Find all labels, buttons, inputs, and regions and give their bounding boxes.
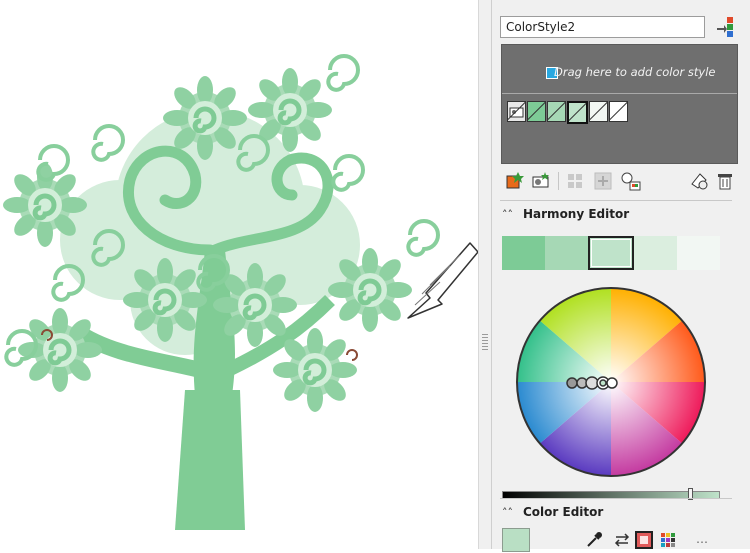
eyedropper-button[interactable] (584, 530, 604, 550)
current-color-swatch[interactable] (502, 528, 530, 552)
splitter-grip[interactable] (482, 334, 488, 350)
color-wheel[interactable] (502, 282, 720, 482)
color-model-button[interactable] (634, 530, 654, 550)
convert-button[interactable] (564, 170, 586, 192)
palette-button[interactable] (658, 530, 678, 550)
collapse-chevron-icon[interactable]: ˄˄ (502, 506, 513, 519)
harmony-rules-icon (594, 172, 612, 190)
eyedropper-style-button[interactable] (688, 170, 710, 192)
color-editor-header[interactable]: ˄˄ Color Editor (500, 498, 740, 523)
harmony-chip-group[interactable] (507, 101, 629, 124)
harmony-chip-selected[interactable] (567, 101, 588, 124)
color-wheel-graphic (516, 287, 706, 477)
new-color-style-icon (506, 172, 524, 189)
harmony-swatch[interactable] (502, 236, 545, 270)
section-rule (500, 200, 732, 201)
harmony-folder-chip[interactable] (507, 101, 526, 122)
color-style-drop-zone[interactable]: Drag here to add color style (501, 44, 738, 164)
section-rule (500, 498, 732, 499)
harmony-editor-header[interactable]: ˄˄ Harmony Editor (500, 200, 740, 225)
harmony-chip[interactable] (527, 101, 546, 122)
drawing-canvas[interactable] (0, 0, 479, 549)
harmony-color-strip[interactable] (502, 236, 720, 270)
more-options-icon[interactable]: … (696, 532, 708, 546)
harmony-swatch[interactable] (677, 236, 720, 270)
harmony-editor-title: Harmony Editor (523, 207, 630, 221)
delete-icon (718, 174, 732, 190)
toolbar-separator (558, 172, 559, 190)
import-styles-button[interactable] (620, 170, 642, 192)
apply-style-icon (717, 17, 733, 37)
style-picker-icon (691, 173, 708, 190)
color-styles-docker: Drag here to add color style (492, 0, 750, 552)
drop-hint-text: Drag here to add color style (554, 65, 716, 79)
harmony-folder-icon (509, 107, 524, 118)
style-name-input[interactable] (500, 16, 705, 38)
convert-icon (568, 174, 582, 188)
color-model-icon (635, 531, 653, 549)
import-styles-icon (621, 172, 641, 191)
style-name-row (500, 14, 738, 42)
harmony-swatch-selected[interactable] (587, 236, 635, 270)
styles-toolbar (500, 168, 740, 194)
color-editor-title: Color Editor (523, 505, 604, 519)
harmony-rules-button[interactable] (592, 170, 614, 192)
palette-icon (661, 533, 675, 547)
new-color-style-button[interactable] (504, 170, 526, 192)
swap-colors-button[interactable] (612, 530, 632, 550)
new-harmony-icon (532, 172, 549, 188)
apply-style-button[interactable] (715, 15, 739, 39)
harmony-chip[interactable] (547, 101, 566, 122)
harmony-chip[interactable] (589, 101, 608, 122)
color-editor-controls: … (500, 526, 740, 552)
eyedropper-icon (587, 532, 602, 547)
delete-button[interactable] (714, 170, 736, 192)
harmony-swatch[interactable] (634, 236, 678, 270)
new-harmony-button[interactable] (530, 170, 552, 192)
drop-zone-divider (502, 93, 737, 94)
harmony-swatch[interactable] (544, 236, 588, 270)
harmony-chip[interactable] (609, 101, 628, 122)
swap-icon (614, 533, 630, 547)
tree-illustration[interactable] (0, 0, 479, 549)
collapse-chevron-icon[interactable]: ˄˄ (502, 208, 513, 221)
panel-splitter[interactable] (478, 0, 492, 549)
